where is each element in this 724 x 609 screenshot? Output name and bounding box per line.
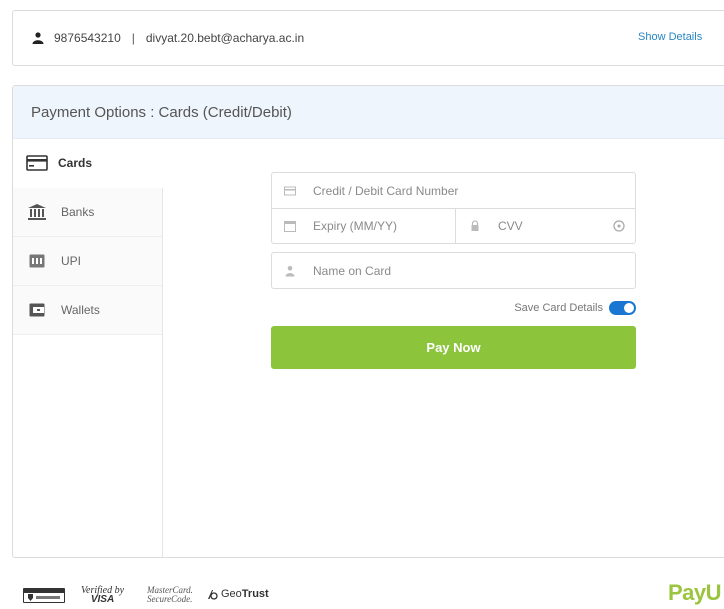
mc-bottom-text: SecureCode. <box>147 594 193 604</box>
pay-now-label: Pay Now <box>426 340 481 355</box>
card-number-field[interactable]: Credit / Debit Card Number <box>272 173 458 208</box>
user-icon <box>32 32 44 44</box>
expiry-field[interactable]: Expiry (MM/YY) <box>272 209 456 243</box>
mastercard-securecode-badge: MasterCard. SecureCode. <box>147 586 193 604</box>
card-field-icon <box>284 186 296 195</box>
geotrust-logo-icon <box>208 589 218 600</box>
expiry-placeholder: Expiry (MM/YY) <box>313 219 397 233</box>
card-details-group: Credit / Debit Card Number Expiry (MM/YY… <box>271 172 636 244</box>
wallet-icon <box>26 301 48 319</box>
secure-seal-badge <box>23 588 65 603</box>
payment-panel: Payment Options : Cards (Credit/Debit) C… <box>12 85 724 558</box>
sidebar-item-label: Banks <box>61 205 95 219</box>
save-card-label: Save Card Details <box>514 302 603 314</box>
bank-icon <box>26 203 48 221</box>
save-card-row: Save Card Details <box>271 299 636 317</box>
user-phone: 9876543210 <box>54 31 121 45</box>
verified-by-visa-badge: Verified by VISA <box>81 586 124 605</box>
sidebar-item-banks[interactable]: Banks <box>13 188 162 237</box>
footer: Verified by VISA MasterCard. SecureCode.… <box>0 580 724 609</box>
page-title: Payment Options : Cards (Credit/Debit) <box>31 103 292 121</box>
sidebar-item-cards[interactable]: Cards <box>13 139 163 188</box>
sidebar-item-upi[interactable]: UPI <box>13 237 162 286</box>
name-on-card-field[interactable]: Name on Card <box>272 253 391 288</box>
user-info-bar: 9876543210 | divyat.20.bebt@acharya.ac.i… <box>12 10 724 66</box>
cvv-placeholder: CVV <box>498 219 523 233</box>
user-email: divyat.20.bebt@acharya.ac.in <box>145 31 305 45</box>
calendar-icon <box>284 221 296 232</box>
name-on-card-group: Name on Card <box>271 252 636 289</box>
sidebar-item-wallets[interactable]: Wallets <box>13 286 162 335</box>
card-icon <box>26 154 48 172</box>
help-icon[interactable] <box>613 220 625 232</box>
geotrust-text-a: Geo <box>221 588 242 600</box>
show-details-link[interactable]: Show Details <box>638 31 702 43</box>
person-field-icon <box>285 265 295 276</box>
name-on-card-placeholder: Name on Card <box>313 263 392 278</box>
save-card-toggle[interactable] <box>609 301 636 315</box>
payu-logo: PayU <box>668 580 722 605</box>
payment-method-sidebar: Cards Banks UPI Wallets <box>13 139 163 557</box>
upi-icon <box>26 252 48 270</box>
lock-icon <box>471 220 479 231</box>
card-form: Credit / Debit Card Number Expiry (MM/YY… <box>271 172 636 369</box>
geotrust-badge: Geo Trust <box>207 588 269 600</box>
pay-now-button[interactable]: Pay Now <box>271 326 636 369</box>
card-number-placeholder: Credit / Debit Card Number <box>313 183 459 198</box>
cvv-field[interactable]: CVV <box>456 209 635 243</box>
separator: | <box>131 31 135 45</box>
geotrust-text-b: Trust <box>241 588 269 600</box>
sidebar-item-label: Cards <box>58 156 93 170</box>
sidebar-item-label: UPI <box>61 254 82 268</box>
payment-options-header: Payment Options : Cards (Credit/Debit) <box>13 86 724 139</box>
visa-bottom-text: VISA <box>90 594 115 605</box>
sidebar-item-label: Wallets <box>61 303 100 317</box>
